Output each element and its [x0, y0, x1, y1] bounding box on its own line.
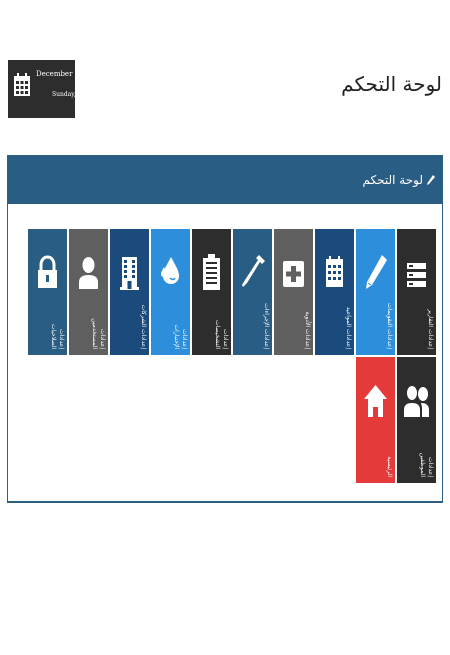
tile-medications-settings[interactable]: إعدادات الأدوية [274, 229, 313, 355]
tile-label: إعدادات التقارير [427, 308, 434, 349]
panel-title: لوحة التحكم [362, 173, 424, 187]
panel-header: لوحة التحكم [8, 156, 442, 204]
tile-label: إعدادات الإجراءات [263, 303, 270, 349]
calendar-icon [326, 256, 343, 287]
tile-label: إعدادات الأدوية [304, 311, 311, 349]
tile-label: إعدادات الإختبارات [173, 324, 188, 349]
day-time-text: Sunday, 21:30 [52, 91, 95, 98]
dashboard-panel: لوحة التحكم إعدادات التقارير إعدادات الت… [7, 155, 443, 503]
tile-procedures-settings[interactable]: إعدادات الإجراءات [233, 229, 272, 355]
page-title: لوحة التحكم [341, 72, 442, 96]
home-icon [364, 385, 387, 417]
tile-tests-settings[interactable]: إعدادات الإختبارات [151, 229, 190, 355]
tile-label: إعدادات التقويمات [386, 302, 393, 349]
server-icon [407, 263, 426, 287]
date-widget: December 5, 2021 Sunday, 21:30 [8, 60, 101, 118]
tile-appointments-settings[interactable]: إعدادات المواعيد [315, 229, 354, 355]
building-icon [120, 257, 139, 290]
users-icon [404, 386, 429, 417]
drops-icon [161, 257, 179, 284]
tile-label: إعدادات المستخدمين [91, 318, 106, 349]
tile-label: إعدادات الصلاحيات [50, 323, 65, 349]
tile-employees-settings[interactable]: إعدادات الموظفين [397, 357, 436, 483]
dropper-icon [242, 255, 265, 287]
pencil-icon [366, 255, 387, 289]
tile-label: إعدادات الشركات [140, 304, 147, 349]
first-aid-icon [283, 261, 304, 287]
date-text: December 5, 2021 [36, 70, 102, 78]
tile-permissions-settings[interactable]: إعدادات الصلاحيات [28, 229, 67, 355]
tile-diagnoses-settings[interactable]: إعدادات التشخيصات [192, 229, 231, 355]
tile-label: إعدادات الموظفين [419, 452, 434, 477]
lock-icon [38, 255, 57, 288]
calendar-icon [14, 73, 30, 96]
tile-label: إعدادات التشخيصات [214, 319, 229, 349]
tile-reports-settings[interactable]: إعدادات التقارير [397, 229, 436, 355]
tile-label: الرئيسية [386, 456, 393, 477]
tile-home[interactable]: الرئيسية [356, 357, 395, 483]
tile-label: إعدادات المواعيد [345, 306, 352, 349]
tile-calendars-settings[interactable]: إعدادات التقويمات [356, 229, 395, 355]
battery-icon [203, 254, 220, 290]
pencil-icon [427, 175, 435, 185]
user-icon [79, 257, 98, 289]
tile-companies-settings[interactable]: إعدادات الشركات [110, 229, 149, 355]
tile-users-settings[interactable]: إعدادات المستخدمين [69, 229, 108, 355]
